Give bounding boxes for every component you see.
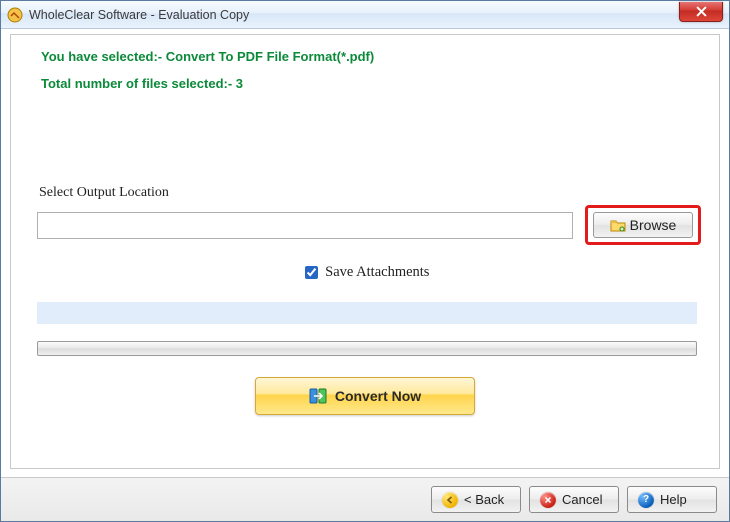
cancel-button[interactable]: Cancel (529, 486, 619, 513)
cancel-label: Cancel (562, 492, 602, 507)
progress-bar (37, 341, 697, 356)
back-icon (442, 492, 458, 508)
output-row: Browse (37, 205, 701, 245)
browse-button[interactable]: Browse (593, 212, 693, 238)
file-count-text: Total number of files selected:- 3 (41, 76, 719, 91)
folder-icon (610, 218, 626, 232)
output-location-label: Select Output Location (39, 185, 169, 201)
browse-highlight: Browse (585, 205, 701, 245)
help-button[interactable]: ? Help (627, 486, 717, 513)
convert-now-button[interactable]: Convert Now (255, 377, 475, 415)
help-label: Help (660, 492, 687, 507)
save-attachments-row: Save Attachments (11, 263, 719, 282)
help-icon: ? (638, 492, 654, 508)
close-button[interactable] (679, 2, 723, 22)
selected-format-text: You have selected:- Convert To PDF File … (41, 49, 719, 64)
app-window: WholeClear Software - Evaluation Copy Yo… (0, 0, 730, 522)
cancel-icon (540, 492, 556, 508)
save-attachments-label: Save Attachments (325, 264, 429, 280)
footer-bar: < Back Cancel ? Help (1, 477, 729, 521)
main-panel: You have selected:- Convert To PDF File … (10, 34, 720, 469)
content-area: You have selected:- Convert To PDF File … (1, 29, 729, 521)
info-strip (37, 302, 697, 324)
convert-icon (309, 387, 327, 405)
back-button[interactable]: < Back (431, 486, 521, 513)
titlebar: WholeClear Software - Evaluation Copy (1, 1, 729, 29)
save-attachments-checkbox[interactable] (305, 266, 318, 279)
window-title: WholeClear Software - Evaluation Copy (29, 8, 249, 22)
convert-now-label: Convert Now (335, 388, 421, 404)
back-label: < Back (464, 492, 504, 507)
browse-button-label: Browse (630, 217, 677, 233)
output-path-input[interactable] (37, 212, 573, 239)
app-icon (7, 7, 23, 23)
